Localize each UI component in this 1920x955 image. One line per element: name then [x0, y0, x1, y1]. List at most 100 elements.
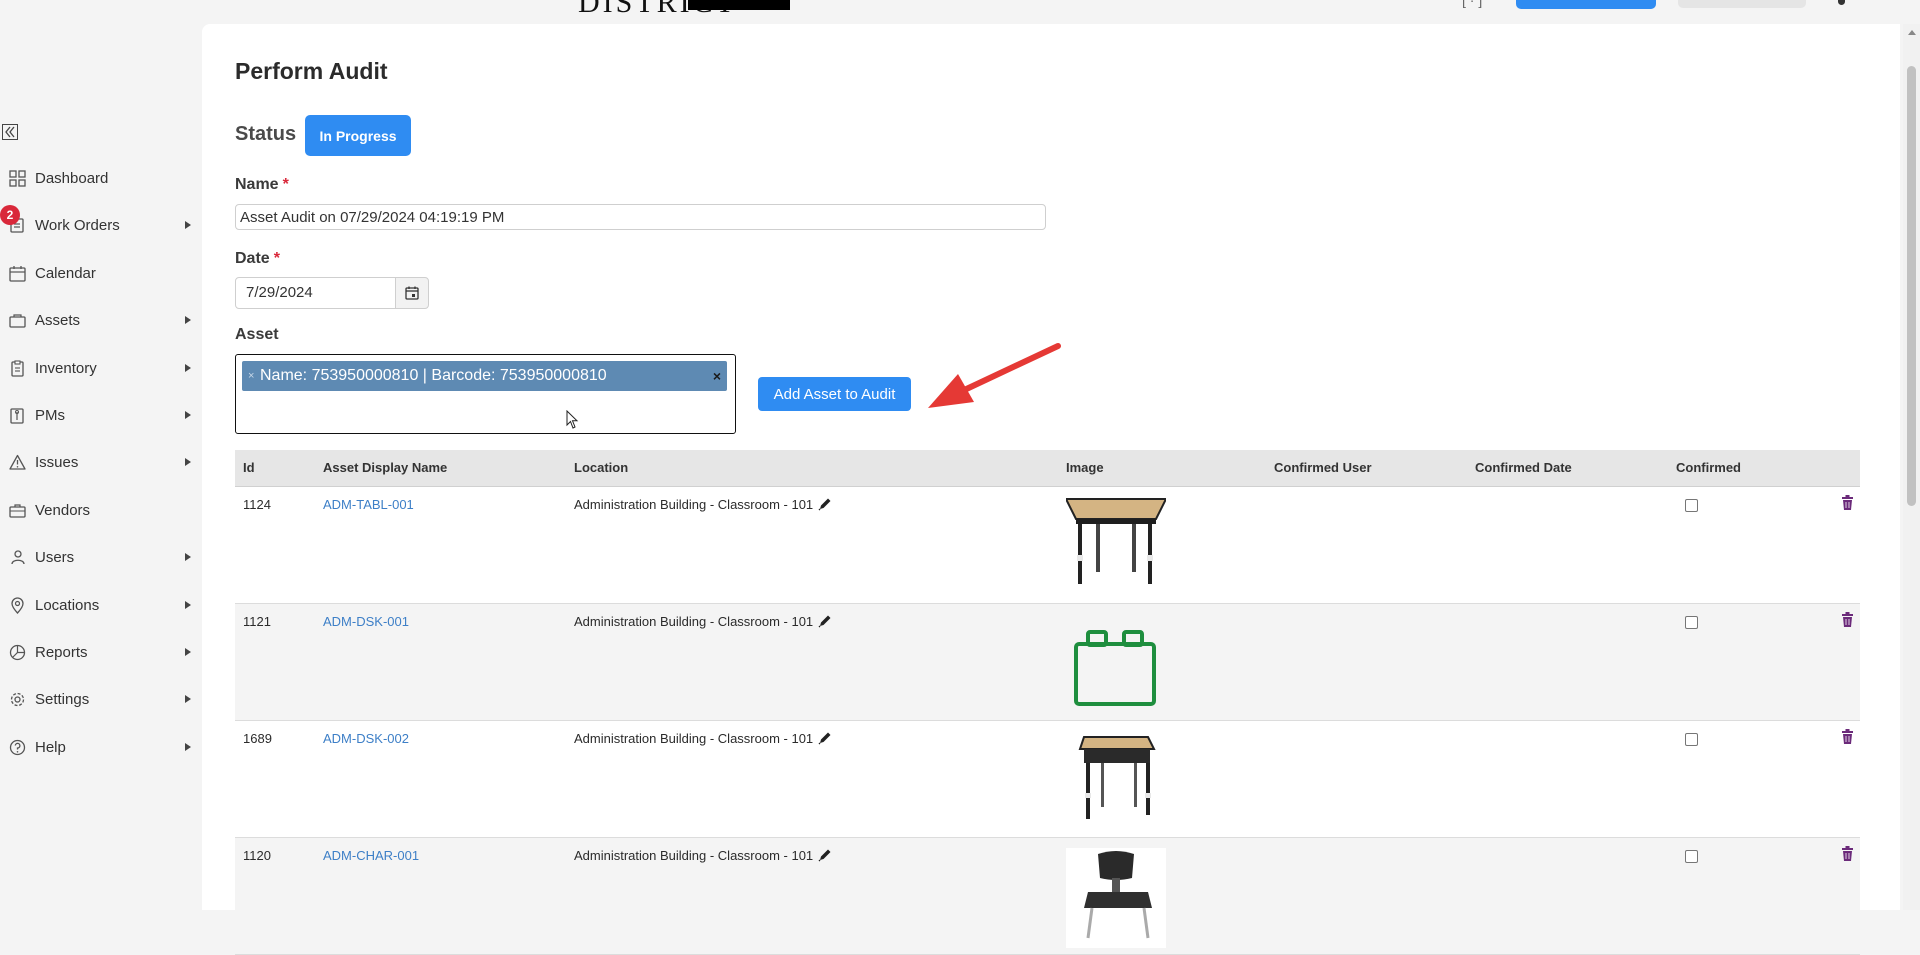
add-asset-to-audit-button[interactable]: Add Asset to Audit	[758, 377, 911, 411]
table-header: Id Asset Display Name Location Image Con…	[235, 450, 1860, 487]
trash-icon[interactable]	[1841, 846, 1854, 861]
table-row: 1121 ADM-DSK-001 Administration Building…	[235, 604, 1860, 721]
asset-label: Asset	[235, 326, 279, 343]
sidebar-item-label: Work Orders	[35, 216, 120, 234]
pie-chart-icon	[9, 644, 26, 661]
column-header-confirmed-date: Confirmed Date	[1475, 460, 1572, 475]
placeholder-asset-icon	[1074, 630, 1156, 706]
sidebar-item-calendar[interactable]: Calendar	[0, 255, 200, 291]
edit-location-icon[interactable]	[818, 497, 832, 511]
scroll-up-arrow-icon[interactable]	[1908, 30, 1916, 35]
date-picker-button[interactable]	[395, 277, 429, 309]
confirmed-checkbox[interactable]	[1685, 733, 1698, 746]
sidebar-item-label: Dashboard	[35, 169, 109, 187]
status-label: Status	[235, 123, 297, 145]
sidebar-item-inventory[interactable]: Inventory	[0, 350, 200, 386]
calendar-icon	[405, 286, 419, 300]
status-badge[interactable]: In Progress	[305, 115, 411, 156]
help-icon	[9, 739, 26, 756]
sidebar-item-assets[interactable]: Assets	[0, 302, 200, 338]
edit-location-icon[interactable]	[818, 848, 832, 862]
selected-asset-chip: × Name: 753950000810 | Barcode: 75395000…	[242, 361, 727, 391]
edit-location-icon[interactable]	[818, 614, 832, 628]
chip-remove-small-icon[interactable]: ×	[248, 361, 254, 391]
sidebar-item-help[interactable]: Help	[0, 729, 200, 765]
cell-location: Administration Building - Classroom - 10…	[574, 614, 814, 629]
sidebar-item-pms[interactable]: PMs	[0, 397, 200, 433]
asset-link[interactable]: ADM-DSK-001	[323, 614, 409, 629]
desk-image	[1078, 736, 1156, 819]
main-content: Perform Audit Status In Progress Name * A…	[202, 24, 1900, 955]
table-row: 1124 ADM-TABL-001 Administration Buildin…	[235, 487, 1860, 604]
header-bracket-text: [ · ]	[1462, 0, 1483, 8]
chevron-right-icon	[185, 648, 191, 656]
sidebar-item-label: Users	[35, 548, 75, 566]
sidebar-item-work-orders[interactable]: Work Orders	[0, 207, 200, 243]
sidebar-item-vendors[interactable]: Vendors	[0, 492, 200, 528]
sidebar-item-dashboard[interactable]: Dashboard	[0, 160, 200, 196]
sidebar-item-label: Issues	[35, 453, 79, 471]
confirmed-checkbox[interactable]	[1685, 850, 1698, 863]
header-search-box[interactable]	[1678, 0, 1806, 8]
confirmed-checkbox[interactable]	[1685, 616, 1698, 629]
trash-icon[interactable]	[1841, 495, 1854, 510]
chevron-right-icon	[185, 364, 191, 372]
calendar-icon	[9, 266, 26, 282]
mouse-cursor-icon	[566, 410, 579, 429]
work-orders-badge: 2	[0, 205, 20, 225]
users-icon	[11, 550, 25, 565]
column-header-image: Image	[1066, 460, 1104, 475]
dashboard-icon	[9, 170, 26, 187]
district-logo-mark	[688, 0, 790, 10]
cell-location: Administration Building - Classroom - 10…	[574, 848, 814, 863]
required-marker: *	[273, 250, 280, 267]
sidebar-item-label: PMs	[35, 406, 65, 424]
sidebar-item-label: Help	[35, 738, 66, 756]
sidebar-item-label: Vendors	[35, 501, 91, 519]
trash-icon[interactable]	[1841, 729, 1854, 744]
confirmed-checkbox[interactable]	[1685, 499, 1698, 512]
name-label: Name *	[235, 176, 289, 193]
sidebar: Dashboard Work Orders 2 Calendar Assets …	[0, 0, 200, 910]
selected-asset-text: Name: 753950000810 | Barcode: 7539500008…	[260, 367, 607, 384]
asset-link[interactable]: ADM-DSK-002	[323, 731, 409, 746]
red-arrow-annotation	[928, 343, 1061, 408]
sidebar-item-settings[interactable]: Settings	[0, 681, 200, 717]
name-input[interactable]: Asset Audit on 07/29/2024 04:19:19 PM	[235, 204, 1046, 230]
inventory-icon	[11, 360, 24, 377]
chevron-right-icon	[185, 411, 191, 419]
asset-link[interactable]: ADM-TABL-001	[323, 497, 414, 512]
sidebar-item-users[interactable]: Users	[0, 539, 200, 575]
trash-icon[interactable]	[1841, 612, 1854, 627]
sidebar-item-label: Locations	[35, 596, 100, 614]
briefcase-icon	[9, 504, 26, 518]
date-input[interactable]: 7/29/2024	[235, 277, 396, 309]
sidebar-item-locations[interactable]: Locations	[0, 587, 200, 623]
header-primary-button[interactable]	[1516, 0, 1656, 9]
pms-icon	[10, 408, 24, 424]
column-header-id: Id	[243, 460, 255, 475]
chair-image	[1066, 848, 1166, 948]
top-header: DISTRICT [ · ]	[200, 0, 1900, 24]
header-user-icon[interactable]	[1838, 0, 1845, 5]
chevron-right-icon	[185, 695, 191, 703]
sidebar-item-label: Calendar	[35, 264, 96, 282]
asset-link[interactable]: ADM-CHAR-001	[323, 848, 419, 863]
edit-location-icon[interactable]	[818, 731, 832, 745]
asset-select[interactable]: × Name: 753950000810 | Barcode: 75395000…	[235, 354, 736, 434]
page-scrollbar[interactable]	[1903, 24, 1920, 910]
table-image	[1066, 498, 1166, 584]
clear-selection-icon[interactable]: ×	[713, 361, 721, 391]
chevron-right-icon	[185, 316, 191, 324]
cell-id: 1689	[243, 731, 272, 746]
collapse-sidebar-icon[interactable]	[2, 124, 18, 140]
gear-icon	[10, 692, 25, 707]
column-header-asset-name: Asset Display Name	[323, 460, 448, 475]
sidebar-item-reports[interactable]: Reports	[0, 634, 200, 670]
chevron-right-icon	[185, 601, 191, 609]
scrollbar-thumb[interactable]	[1907, 66, 1916, 506]
cell-id: 1124	[243, 497, 271, 512]
page-title: Perform Audit	[235, 58, 388, 84]
sidebar-item-issues[interactable]: Issues	[0, 444, 200, 480]
cell-location: Administration Building - Classroom - 10…	[574, 731, 814, 746]
